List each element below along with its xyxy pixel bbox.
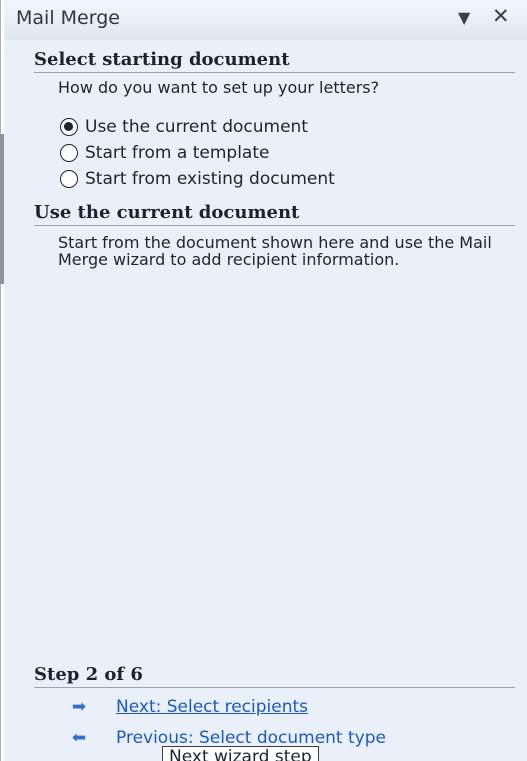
pane-title: Mail Merge: [16, 7, 120, 29]
arrow-right-icon[interactable]: ➡: [66, 697, 92, 717]
pane-splitter-handle[interactable]: [0, 134, 4, 284]
radio-button-checked-icon[interactable]: [60, 118, 78, 136]
current-document-description: Start from the document shown here and u…: [58, 233, 492, 269]
setup-question: How do you want to set up your letters?: [58, 78, 380, 97]
previous-step-link[interactable]: Previous: Select document type: [116, 728, 386, 748]
radio-start-from-template[interactable]: Start from a template: [60, 142, 269, 164]
radio-button-icon[interactable]: [60, 170, 78, 188]
tooltip: Next wizard step: [162, 746, 319, 761]
pane-titlebar: Mail Merge ▼ ✕: [5, 0, 527, 40]
section-heading-select-starting-document: Select starting document: [34, 49, 515, 73]
radio-button-icon[interactable]: [60, 144, 78, 162]
radio-label: Start from existing document: [85, 169, 335, 189]
next-step-row[interactable]: ➡ Next: Select recipients: [66, 695, 308, 719]
close-icon[interactable]: ✕: [492, 4, 510, 28]
section-heading-use-current-document: Use the current document: [34, 202, 515, 226]
chevron-down-icon[interactable]: ▼: [458, 8, 470, 27]
radio-use-current-document[interactable]: Use the current document: [60, 116, 308, 138]
radio-label: Use the current document: [85, 117, 308, 137]
mail-merge-pane: Mail Merge ▼ ✕ Select starting document …: [0, 0, 527, 761]
next-step-link[interactable]: Next: Select recipients: [116, 697, 308, 717]
pane-left-border: [0, 0, 5, 761]
radio-start-from-existing-document[interactable]: Start from existing document: [60, 168, 335, 190]
step-heading: Step 2 of 6: [34, 664, 515, 688]
arrow-left-icon[interactable]: ⬅: [66, 728, 92, 748]
radio-label: Start from a template: [85, 143, 270, 163]
